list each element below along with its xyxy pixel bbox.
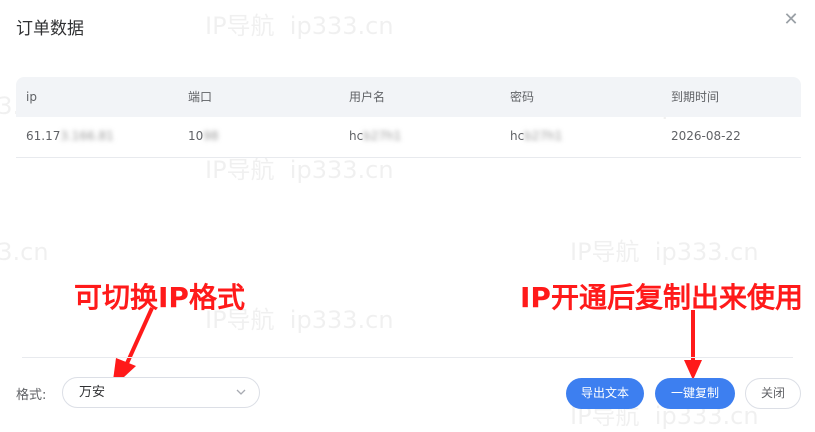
column-header-password: 密码 (510, 90, 535, 104)
format-label: 格式: (16, 388, 47, 403)
cell-expiry: 2026-08-22 (671, 129, 741, 143)
order-table: ip 端口 用户名 密码 到期时间 61.173.166.81 1098 hcb… (16, 77, 801, 158)
format-select-value: 万安 (79, 385, 106, 400)
annotation-switch-format: 可切换IP格式 (74, 281, 245, 314)
close-button[interactable]: 关闭 (745, 378, 801, 409)
annotation-arrow-left (112, 307, 702, 388)
column-header-username: 用户名 (349, 90, 386, 104)
cell-password: hcb27h1 (510, 129, 563, 143)
copy-all-button[interactable]: 一键复制 (655, 378, 735, 409)
cell-ip: 61.173.166.81 (26, 129, 114, 143)
cell-port: 1098 (188, 129, 219, 143)
column-header-expiry: 到期时间 (671, 90, 720, 104)
format-select[interactable]: 万安 (62, 377, 260, 408)
footer-divider (22, 357, 793, 358)
column-header-ip: ip (26, 90, 37, 104)
watermark: IP导航 ip333.cn (0, 238, 49, 266)
chevron-down-icon (236, 389, 246, 395)
table-header: ip 端口 用户名 密码 到期时间 (16, 77, 801, 117)
cell-username: hcb27h1 (349, 129, 402, 143)
export-text-button[interactable]: 导出文本 (566, 378, 644, 409)
close-icon[interactable]: ✕ (781, 10, 801, 30)
annotation-copy-after-open: IP开通后复制出来使用 (520, 281, 803, 314)
watermark: IP导航 ip333.cn (205, 12, 394, 40)
watermark: IP导航 ip333.cn (570, 238, 759, 266)
column-header-port: 端口 (188, 90, 213, 104)
table-row: 61.173.166.81 1098 hcb27h1 hcb27h1 2026-… (16, 117, 801, 158)
dialog-title: 订单数据 (16, 19, 84, 39)
